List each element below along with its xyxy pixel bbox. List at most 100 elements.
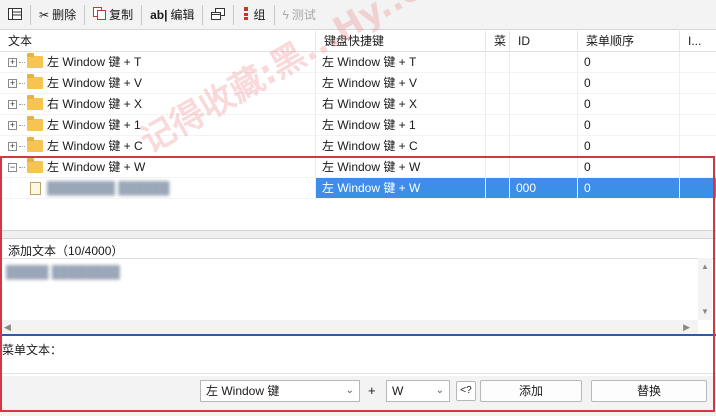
expand-icon[interactable]: +: [8, 99, 17, 109]
scroll-down-icon[interactable]: ▼: [701, 307, 709, 316]
row-menu: [486, 52, 510, 73]
row-shortcut: 左 Window 键 + V: [316, 73, 486, 94]
delete-button[interactable]: ✂ 删除: [35, 3, 80, 27]
view-toggle-button[interactable]: [4, 3, 26, 27]
column-header-id[interactable]: ID: [510, 31, 578, 52]
table-row[interactable]: + 左 Window 键 + 1 左 Window 键 + 1 0: [0, 115, 716, 136]
row-id: [510, 73, 578, 94]
row-shortcut: 左 Window 键 + 1: [316, 115, 486, 136]
test-button[interactable]: ϟ 测试: [279, 3, 320, 27]
group-button[interactable]: 组: [238, 3, 269, 27]
row-text: 左 Window 键 + C: [47, 138, 143, 153]
vertical-scrollbar[interactable]: ▲ ▼: [698, 258, 712, 320]
row-shortcut: 左 Window 键 + C: [316, 136, 486, 157]
scroll-up-icon[interactable]: ▲: [701, 262, 709, 271]
column-header-menu-order[interactable]: 菜单顺序 ⌄: [578, 31, 680, 52]
row-shortcut: 左 Window 键 + W: [316, 178, 486, 199]
expand-icon[interactable]: +: [8, 141, 17, 151]
tree-line: [19, 103, 25, 105]
chevron-down-icon: ⌄: [345, 385, 354, 396]
expand-icon[interactable]: +: [8, 57, 17, 67]
row-i: [680, 157, 716, 178]
row-menu: [486, 178, 510, 199]
column-header-text[interactable]: 文本: [0, 31, 316, 52]
row-order: 0: [578, 73, 680, 94]
row-text: 左 Window 键 + V: [47, 75, 143, 90]
scissors-icon: ✂: [39, 7, 50, 22]
table-row[interactable]: + 左 Window 键 + T 左 Window 键 + T 0: [0, 52, 716, 73]
row-shortcut: 右 Window 键 + X: [316, 94, 486, 115]
row-order: 0: [578, 136, 680, 157]
table-row[interactable]: + 左 Window 键 + C 左 Window 键 + C 0: [0, 136, 716, 157]
pane-splitter[interactable]: [0, 230, 716, 239]
new-window-button[interactable]: [207, 3, 229, 27]
copy-icon: [93, 7, 107, 22]
folder-icon: [27, 116, 43, 131]
scroll-left-icon[interactable]: ◀: [4, 322, 11, 333]
row-menu: [486, 73, 510, 94]
row-text: 右 Window 键 + X: [47, 96, 143, 111]
modifier-select[interactable]: 左 Window 键 ⌄: [200, 380, 360, 402]
expand-icon[interactable]: +: [8, 120, 17, 130]
add-text-content-redacted: █████ ████████: [6, 265, 120, 279]
row-id: 000: [510, 178, 578, 199]
row-order: 0: [578, 178, 680, 199]
key-select[interactable]: W ⌄: [386, 380, 450, 402]
sort-chevron-icon: ⌄: [626, 31, 634, 39]
expand-icon[interactable]: +: [8, 78, 17, 88]
table-row[interactable]: + 右 Window 键 + X 右 Window 键 + X 0: [0, 94, 716, 115]
row-text-redacted: ████████ ██████: [47, 180, 170, 195]
toolbar-separator: [30, 4, 31, 25]
copy-button[interactable]: 复制: [89, 3, 137, 27]
window-layout-icon: [8, 7, 22, 22]
plus-sign: +: [368, 383, 376, 398]
add-button[interactable]: 添加: [480, 380, 582, 402]
row-order: 0: [578, 115, 680, 136]
row-menu: [486, 115, 510, 136]
folder-icon: [27, 158, 43, 173]
row-i: [680, 136, 716, 157]
row-id: [510, 115, 578, 136]
toolbar-separator: [202, 4, 204, 25]
grid-header: 文本 键盘快捷键 菜 ID 菜单顺序 ⌄ I...: [0, 31, 716, 52]
folder-icon: [27, 74, 43, 89]
folder-icon: [27, 137, 43, 152]
horizontal-scrollbar[interactable]: ◀ ▶: [0, 320, 698, 334]
collapse-icon[interactable]: −: [8, 162, 17, 172]
folder-icon: [27, 95, 43, 110]
toolbar-separator: [233, 4, 235, 25]
table-row[interactable]: − 左 Window 键 + W 左 Window 键 + W 0: [0, 157, 716, 178]
row-menu: [486, 136, 510, 157]
text-file-icon: [30, 181, 41, 195]
row-id: [510, 52, 578, 73]
row-id: [510, 157, 578, 178]
toolbar-separator: [84, 4, 86, 25]
column-header-menu[interactable]: 菜: [486, 31, 510, 52]
add-text-label: 添加文本（10/4000）: [8, 244, 124, 258]
edit-button[interactable]: ab| 编辑: [146, 3, 198, 27]
column-header-i[interactable]: I...: [680, 31, 716, 52]
toolbar-separator: [141, 4, 143, 25]
row-i: [680, 73, 716, 94]
delete-label: 删除: [52, 8, 77, 22]
row-text: 左 Window 键 + W: [47, 159, 146, 174]
windows-stack-icon: [211, 7, 226, 22]
chevron-down-icon: ⌄: [435, 385, 444, 396]
row-order: 0: [578, 94, 680, 115]
row-id: [510, 94, 578, 115]
table-row-selected[interactable]: ████████ ██████ 左 Window 键 + W 000 0: [0, 178, 716, 199]
menu-text-input[interactable]: [0, 356, 716, 374]
row-i: [680, 52, 716, 73]
modifier-select-value: 左 Window 键: [206, 384, 280, 398]
row-order: 0: [578, 157, 680, 178]
replace-button[interactable]: 替换: [591, 380, 707, 402]
table-row[interactable]: + 左 Window 键 + V 左 Window 键 + V 0: [0, 73, 716, 94]
row-order: 0: [578, 52, 680, 73]
row-shortcut: 左 Window 键 + W: [316, 157, 486, 178]
row-id: [510, 136, 578, 157]
column-header-shortcut[interactable]: 键盘快捷键: [316, 31, 486, 52]
test-label: 测试: [291, 8, 316, 22]
key-capture-button[interactable]: <?: [456, 381, 476, 401]
text-edit-icon: ab|: [150, 7, 168, 22]
scroll-right-icon[interactable]: ▶: [683, 322, 690, 333]
